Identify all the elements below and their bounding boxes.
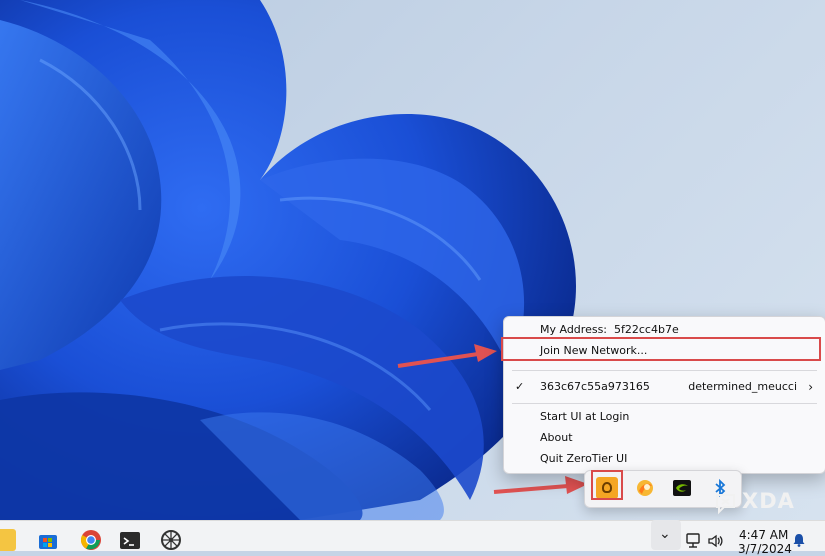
address-value: 5f22cc4b7e: [614, 323, 679, 336]
clock-time[interactable]: 4:47 AM: [739, 527, 788, 543]
file-explorer-icon[interactable]: [0, 529, 16, 551]
menu-item-quit[interactable]: Quit ZeroTier UI: [504, 449, 825, 469]
wheel-app-icon[interactable]: [160, 529, 182, 551]
start-ui-label: Start UI at Login: [540, 410, 630, 423]
orange-app-icon[interactable]: [634, 477, 656, 499]
clock-date[interactable]: 3/7/2024: [738, 542, 792, 556]
network-icon[interactable]: [686, 532, 704, 550]
network-id: 363c67c55a973165: [540, 380, 650, 393]
terminal-icon[interactable]: [119, 529, 141, 551]
show-hidden-icons-button[interactable]: ⌄: [651, 520, 681, 550]
chrome-icon[interactable]: [80, 529, 102, 551]
arrow-to-tray-icon: [493, 476, 588, 494]
chevron-down-icon: ⌄: [659, 526, 671, 542]
check-icon: ✓: [515, 380, 525, 393]
chevron-right-icon: ›: [808, 380, 813, 394]
volume-icon[interactable]: [707, 533, 725, 549]
join-highlight-box: [501, 337, 821, 361]
notification-bell-icon[interactable]: [793, 533, 805, 547]
nvidia-icon[interactable]: [671, 477, 693, 499]
menu-item-network[interactable]: ✓ 363c67c55a973165 determined_meucci ›: [504, 377, 825, 397]
menu-separator: [512, 403, 817, 404]
network-name: determined_meucci: [688, 380, 797, 393]
xda-watermark-text: XDA: [742, 489, 795, 513]
menu-item-about[interactable]: About: [504, 428, 825, 448]
zerotier-icon-highlight-box: [591, 470, 623, 500]
menu-separator: [512, 370, 817, 371]
arrow-to-join: [397, 344, 497, 368]
about-label: About: [540, 431, 573, 444]
menu-item-start-ui-at-login[interactable]: Start UI at Login: [504, 407, 825, 427]
quit-label: Quit ZeroTier UI: [540, 452, 628, 465]
microsoft-store-icon[interactable]: [37, 529, 59, 551]
